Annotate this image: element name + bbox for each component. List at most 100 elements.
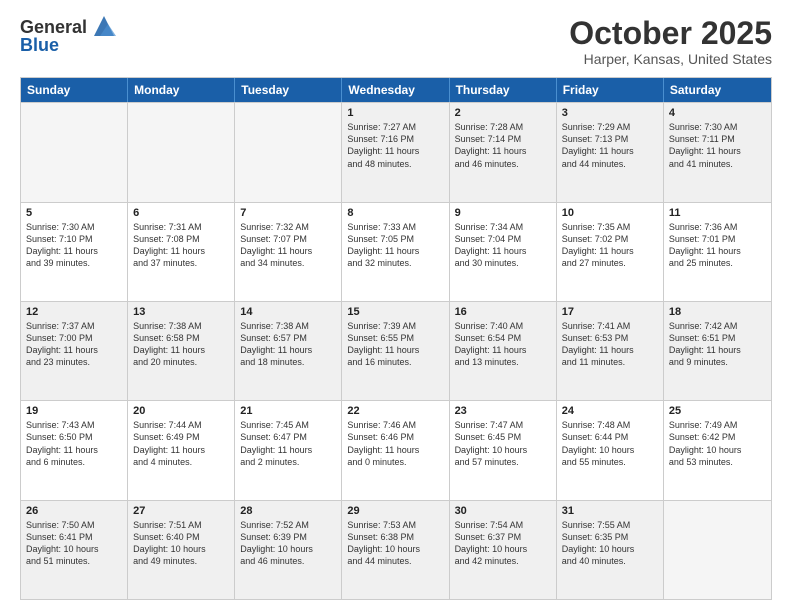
day-number: 31 [562, 505, 658, 517]
day-number: 22 [347, 405, 443, 417]
calendar-cell [235, 103, 342, 201]
day-info: Sunrise: 7:52 AM Sunset: 6:39 PM Dayligh… [240, 519, 336, 568]
day-number: 17 [562, 306, 658, 318]
calendar-row: 5Sunrise: 7:30 AM Sunset: 7:10 PM Daylig… [21, 202, 771, 301]
logo-icon [90, 12, 118, 40]
day-info: Sunrise: 7:55 AM Sunset: 6:35 PM Dayligh… [562, 519, 658, 568]
day-number: 12 [26, 306, 122, 318]
day-info: Sunrise: 7:30 AM Sunset: 7:10 PM Dayligh… [26, 221, 122, 270]
day-info: Sunrise: 7:54 AM Sunset: 6:37 PM Dayligh… [455, 519, 551, 568]
calendar-cell: 11 Sunrise: 7:36 AM Sunset: 7:01 PM Dayli… [664, 203, 771, 301]
day-number: 7 [240, 207, 336, 219]
day-number: 21 [240, 405, 336, 417]
calendar-cell: 29 Sunrise: 7:53 AM Sunset: 6:38 PM Dayli… [342, 501, 449, 599]
day-number: 24 [562, 405, 658, 417]
calendar-cell: 24 Sunrise: 7:48 AM Sunset: 6:44 PM Dayli… [557, 401, 664, 499]
day-number: 1 [347, 107, 443, 119]
weekday-header: Sunday [21, 78, 128, 102]
day-info: Sunrise: 7:44 AM Sunset: 6:49 PM Dayligh… [133, 419, 229, 468]
day-info: Sunrise: 7:37 AM Sunset: 7:00 PM Dayligh… [26, 320, 122, 369]
day-info: Sunrise: 7:28 AM Sunset: 7:14 PM Dayligh… [455, 121, 551, 170]
calendar-cell: 10Sunrise: 7:35 AM Sunset: 7:02 PM Dayli… [557, 203, 664, 301]
day-number: 3 [562, 107, 658, 119]
day-info: Sunrise: 7:38 AM Sunset: 6:57 PM Dayligh… [240, 320, 336, 369]
day-number: 15 [347, 306, 443, 318]
calendar-row: 12 Sunrise: 7:37 AM Sunset: 7:00 PM Dayli… [21, 301, 771, 400]
page: General Blue October 2025 Harper, Kansas… [0, 0, 792, 612]
day-info: Sunrise: 7:39 AM Sunset: 6:55 PM Dayligh… [347, 320, 443, 369]
day-info: Sunrise: 7:47 AM Sunset: 6:45 PM Dayligh… [455, 419, 551, 468]
calendar-cell [664, 501, 771, 599]
weekday-header: Wednesday [342, 78, 449, 102]
calendar-cell: 12 Sunrise: 7:37 AM Sunset: 7:00 PM Dayli… [21, 302, 128, 400]
calendar-cell: 18 Sunrise: 7:42 AM Sunset: 6:51 PM Dayli… [664, 302, 771, 400]
title-block: October 2025 Harper, Kansas, United Stat… [569, 16, 772, 67]
calendar-body: 1 Sunrise: 7:27 AM Sunset: 7:16 PM Daylig… [21, 102, 771, 599]
day-info: Sunrise: 7:36 AM Sunset: 7:01 PM Dayligh… [669, 221, 766, 270]
calendar-cell: 4Sunrise: 7:30 AM Sunset: 7:11 PM Daylig… [664, 103, 771, 201]
day-number: 27 [133, 505, 229, 517]
calendar-cell: 21Sunrise: 7:45 AM Sunset: 6:47 PM Dayli… [235, 401, 342, 499]
day-number: 2 [455, 107, 551, 119]
calendar-cell: 26 Sunrise: 7:50 AM Sunset: 6:41 PM Dayli… [21, 501, 128, 599]
calendar-cell: 31 Sunrise: 7:55 AM Sunset: 6:35 PM Dayli… [557, 501, 664, 599]
day-number: 11 [669, 207, 766, 219]
calendar-cell: 22 Sunrise: 7:46 AM Sunset: 6:46 PM Dayli… [342, 401, 449, 499]
day-info: Sunrise: 7:40 AM Sunset: 6:54 PM Dayligh… [455, 320, 551, 369]
day-info: Sunrise: 7:29 AM Sunset: 7:13 PM Dayligh… [562, 121, 658, 170]
calendar-cell: 3 Sunrise: 7:29 AM Sunset: 7:13 PM Daylig… [557, 103, 664, 201]
weekday-header: Thursday [450, 78, 557, 102]
calendar-cell: 23 Sunrise: 7:47 AM Sunset: 6:45 PM Dayli… [450, 401, 557, 499]
day-info: Sunrise: 7:38 AM Sunset: 6:58 PM Dayligh… [133, 320, 229, 369]
calendar-cell: 7 Sunrise: 7:32 AM Sunset: 7:07 PM Daylig… [235, 203, 342, 301]
day-info: Sunrise: 7:53 AM Sunset: 6:38 PM Dayligh… [347, 519, 443, 568]
day-info: Sunrise: 7:51 AM Sunset: 6:40 PM Dayligh… [133, 519, 229, 568]
day-info: Sunrise: 7:49 AM Sunset: 6:42 PM Dayligh… [669, 419, 766, 468]
calendar-cell: 2 Sunrise: 7:28 AM Sunset: 7:14 PM Daylig… [450, 103, 557, 201]
calendar-cell: 1 Sunrise: 7:27 AM Sunset: 7:16 PM Daylig… [342, 103, 449, 201]
calendar-cell: 20 Sunrise: 7:44 AM Sunset: 6:49 PM Dayli… [128, 401, 235, 499]
calendar-cell: 13Sunrise: 7:38 AM Sunset: 6:58 PM Dayli… [128, 302, 235, 400]
day-number: 8 [347, 207, 443, 219]
day-number: 29 [347, 505, 443, 517]
day-info: Sunrise: 7:48 AM Sunset: 6:44 PM Dayligh… [562, 419, 658, 468]
day-info: Sunrise: 7:32 AM Sunset: 7:07 PM Dayligh… [240, 221, 336, 270]
day-info: Sunrise: 7:41 AM Sunset: 6:53 PM Dayligh… [562, 320, 658, 369]
calendar-cell: 5Sunrise: 7:30 AM Sunset: 7:10 PM Daylig… [21, 203, 128, 301]
day-number: 23 [455, 405, 551, 417]
day-info: Sunrise: 7:42 AM Sunset: 6:51 PM Dayligh… [669, 320, 766, 369]
calendar-header: SundayMondayTuesdayWednesdayThursdayFrid… [21, 78, 771, 102]
weekday-header: Saturday [664, 78, 771, 102]
month-title: October 2025 [569, 16, 772, 51]
calendar-cell: 25Sunrise: 7:49 AM Sunset: 6:42 PM Dayli… [664, 401, 771, 499]
day-info: Sunrise: 7:50 AM Sunset: 6:41 PM Dayligh… [26, 519, 122, 568]
weekday-header: Friday [557, 78, 664, 102]
logo: General Blue [20, 16, 118, 56]
day-number: 30 [455, 505, 551, 517]
day-info: Sunrise: 7:43 AM Sunset: 6:50 PM Dayligh… [26, 419, 122, 468]
day-number: 14 [240, 306, 336, 318]
location: Harper, Kansas, United States [569, 51, 772, 67]
calendar-cell: 19 Sunrise: 7:43 AM Sunset: 6:50 PM Dayli… [21, 401, 128, 499]
day-info: Sunrise: 7:27 AM Sunset: 7:16 PM Dayligh… [347, 121, 443, 170]
calendar-cell: 14 Sunrise: 7:38 AM Sunset: 6:57 PM Dayli… [235, 302, 342, 400]
calendar-row: 1 Sunrise: 7:27 AM Sunset: 7:16 PM Daylig… [21, 102, 771, 201]
day-number: 19 [26, 405, 122, 417]
calendar-cell: 16Sunrise: 7:40 AM Sunset: 6:54 PM Dayli… [450, 302, 557, 400]
calendar-cell: 8Sunrise: 7:33 AM Sunset: 7:05 PM Daylig… [342, 203, 449, 301]
calendar: SundayMondayTuesdayWednesdayThursdayFrid… [20, 77, 772, 600]
calendar-cell [21, 103, 128, 201]
day-number: 20 [133, 405, 229, 417]
day-info: Sunrise: 7:46 AM Sunset: 6:46 PM Dayligh… [347, 419, 443, 468]
day-info: Sunrise: 7:31 AM Sunset: 7:08 PM Dayligh… [133, 221, 229, 270]
calendar-cell: 30 Sunrise: 7:54 AM Sunset: 6:37 PM Dayli… [450, 501, 557, 599]
calendar-cell [128, 103, 235, 201]
day-number: 4 [669, 107, 766, 119]
day-number: 26 [26, 505, 122, 517]
day-number: 18 [669, 306, 766, 318]
calendar-cell: 28 Sunrise: 7:52 AM Sunset: 6:39 PM Dayli… [235, 501, 342, 599]
day-number: 6 [133, 207, 229, 219]
calendar-cell: 17 Sunrise: 7:41 AM Sunset: 6:53 PM Dayli… [557, 302, 664, 400]
weekday-header: Monday [128, 78, 235, 102]
day-number: 28 [240, 505, 336, 517]
